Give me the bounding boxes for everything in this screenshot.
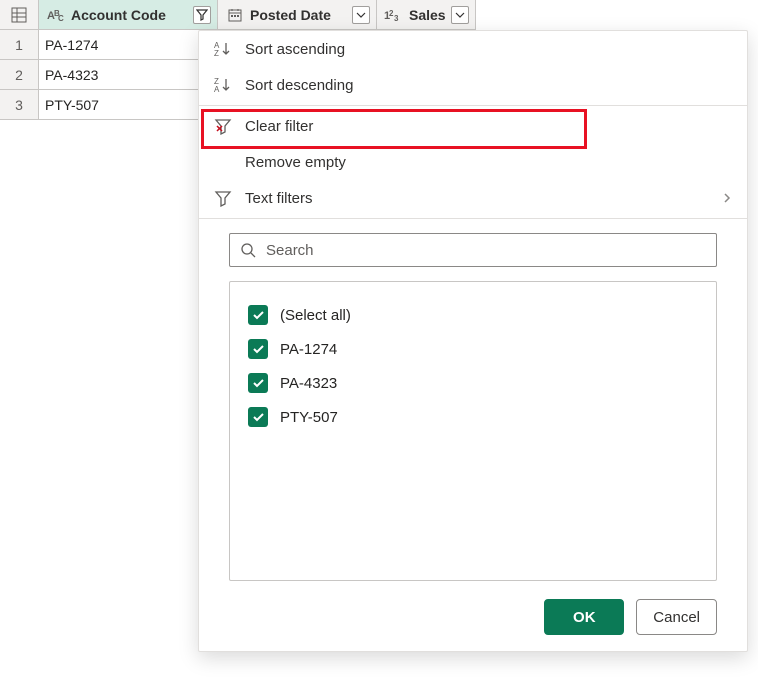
cell-account-code[interactable]: PA-1274 [38, 29, 218, 60]
column-header-sales[interactable]: 123 Sales [376, 0, 476, 30]
checkbox-checked-icon[interactable] [248, 407, 268, 427]
ok-button[interactable]: OK [544, 599, 624, 635]
cell-account-code[interactable]: PTY-507 [38, 89, 218, 120]
search-input[interactable] [264, 241, 706, 260]
filter-value-row[interactable]: PA-4323 [248, 366, 698, 400]
menu-label: Sort ascending [245, 41, 345, 58]
column-dropdown-icon[interactable] [451, 6, 469, 24]
search-icon [240, 242, 256, 258]
svg-text:3: 3 [394, 14, 399, 22]
menu-label: Text filters [245, 190, 313, 207]
remove-empty-item[interactable]: Remove empty [199, 144, 747, 180]
row-number: 2 [0, 59, 39, 90]
sort-asc-icon: AZ [213, 40, 233, 58]
column-header-account-code[interactable]: ABC Account Code [38, 0, 218, 30]
column-header-label: Account Code [71, 7, 166, 23]
column-header-label: Posted Date [250, 7, 331, 23]
search-box[interactable] [229, 233, 717, 267]
filter-value-label: PA-1274 [280, 341, 337, 358]
checkbox-checked-icon[interactable] [248, 373, 268, 393]
svg-text:A: A [214, 85, 220, 94]
button-label: OK [573, 609, 596, 626]
column-header-posted-date[interactable]: Posted Date [217, 0, 377, 30]
svg-text:C: C [58, 14, 64, 22]
row-number: 3 [0, 89, 39, 120]
filter-value-label: PA-4323 [280, 375, 337, 392]
menu-label: Clear filter [245, 118, 313, 135]
sort-descending-item[interactable]: ZA Sort descending [199, 67, 747, 103]
table-header-row: ABC Account Code Posted Date 123 Sales [0, 0, 758, 30]
filter-value-row[interactable]: PTY-507 [248, 400, 698, 434]
text-type-icon: ABC [45, 8, 67, 22]
filter-icon [213, 189, 233, 207]
checkbox-checked-icon[interactable] [248, 339, 268, 359]
select-all-row[interactable]: (Select all) [248, 298, 698, 332]
filter-value-label: PTY-507 [280, 409, 338, 426]
button-label: Cancel [653, 609, 700, 626]
filter-value-label: (Select all) [280, 307, 351, 324]
sort-desc-icon: ZA [213, 76, 233, 94]
chevron-right-icon [721, 192, 733, 204]
cell-account-code[interactable]: PA-4323 [38, 59, 218, 90]
table-corner[interactable] [0, 0, 39, 30]
menu-label: Remove empty [245, 154, 346, 171]
number-type-icon: 123 [383, 8, 405, 22]
sort-ascending-item[interactable]: AZ Sort ascending [199, 31, 747, 67]
clear-filter-icon [213, 117, 233, 135]
filter-value-row[interactable]: PA-1274 [248, 332, 698, 366]
column-filter-popup: AZ Sort ascending ZA Sort descending Cle… [198, 30, 748, 652]
text-filters-item[interactable]: Text filters [199, 180, 747, 216]
column-header-label: Sales [409, 7, 446, 23]
button-row: OK Cancel [199, 581, 747, 635]
menu-separator [199, 105, 747, 106]
menu-label: Sort descending [245, 77, 353, 94]
filter-values-list: (Select all) PA-1274 PA-4323 PTY-507 [229, 281, 717, 581]
column-dropdown-icon[interactable] [352, 6, 370, 24]
cancel-button[interactable]: Cancel [636, 599, 717, 635]
filter-active-icon[interactable] [193, 6, 211, 24]
clear-filter-item[interactable]: Clear filter [199, 108, 747, 144]
table-icon [11, 7, 27, 23]
checkbox-checked-icon[interactable] [248, 305, 268, 325]
row-number: 1 [0, 29, 39, 60]
svg-text:Z: Z [214, 49, 219, 58]
date-type-icon [224, 7, 246, 23]
filter-body: (Select all) PA-1274 PA-4323 PTY-507 [199, 221, 747, 581]
menu-separator [199, 218, 747, 219]
